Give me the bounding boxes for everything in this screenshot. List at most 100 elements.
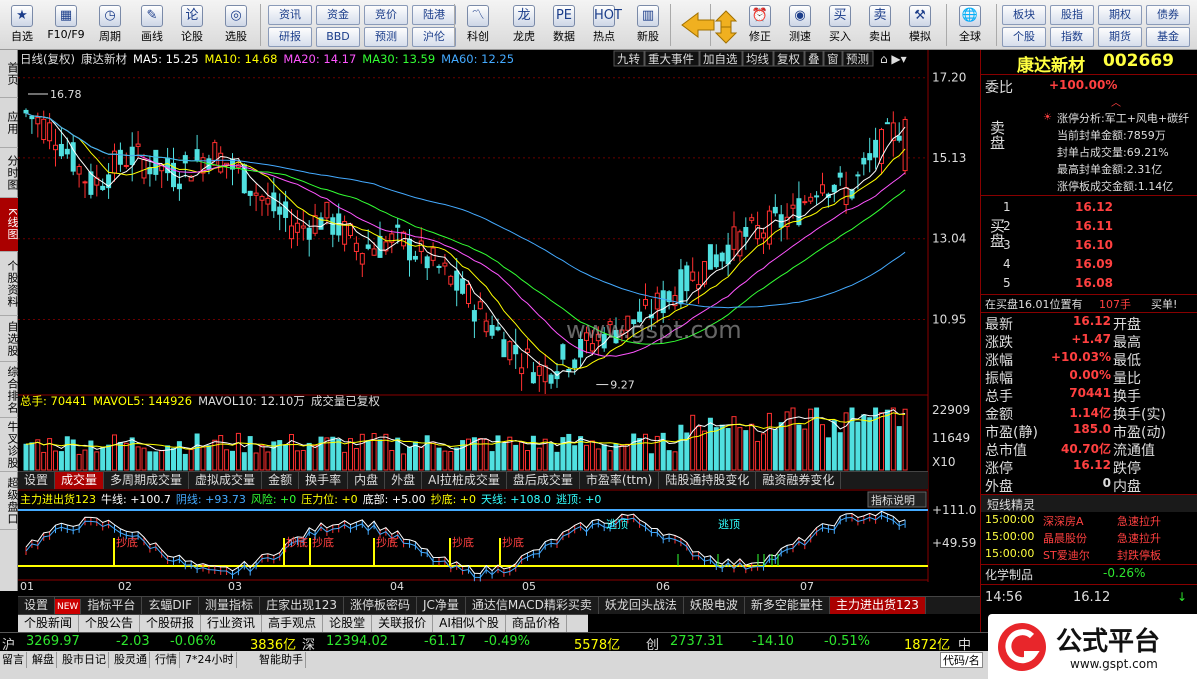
volume-tab-11[interactable]: 陆股通持股变化 bbox=[659, 472, 757, 489]
market-btn-5[interactable]: 指数 bbox=[1050, 27, 1094, 47]
volume-tab-10[interactable]: 市盈率(ttm) bbox=[580, 472, 660, 489]
volume-tab-8[interactable]: AI拉桩成交量 bbox=[422, 472, 507, 489]
toolbar-btn-16[interactable]: 🌐 全球 bbox=[950, 3, 990, 47]
bottom-btn-6[interactable]: 智能助手 bbox=[257, 652, 306, 668]
volume-bar bbox=[896, 426, 902, 471]
indicator-tab-4[interactable]: 测量指标 bbox=[199, 597, 261, 614]
market-btn-2[interactable]: 期权 bbox=[1098, 5, 1142, 25]
left-nav-item-8[interactable]: 超级盘口 bbox=[0, 472, 19, 530]
volume-tab-3[interactable]: 虚拟成交量 bbox=[189, 472, 263, 489]
market-btn-6[interactable]: 期货 bbox=[1098, 27, 1142, 47]
left-nav-item-0[interactable]: 首页 bbox=[0, 50, 19, 98]
toolbar-btn-6[interactable]: 〽科创 bbox=[458, 3, 498, 47]
bottom-btn-0[interactable]: 留言 bbox=[0, 652, 27, 668]
toolbar-btn-11[interactable]: ⏰ 修正 bbox=[740, 3, 780, 47]
toolbar-btn-12[interactable]: ◉ 测速 bbox=[780, 3, 820, 47]
indicator-tab-12[interactable]: 主力进出货123 bbox=[829, 597, 926, 614]
stat-value-3: 0.00% bbox=[1069, 368, 1111, 382]
market-btn-0[interactable]: 板块 bbox=[1002, 5, 1046, 25]
indicator-tab-2[interactable]: 指标平台 bbox=[81, 597, 143, 614]
volume-tab-2[interactable]: 多周期成交量 bbox=[104, 472, 190, 489]
volume-bar bbox=[147, 451, 153, 471]
toolbar-btn-9[interactable]: HOT 热点 bbox=[584, 3, 624, 47]
toolbar-btn-0[interactable]: ★ 自选 bbox=[2, 3, 42, 47]
indicator-tab-6[interactable]: 涨停板密码 bbox=[344, 597, 417, 614]
indicator-tab-0[interactable]: 设置 bbox=[18, 597, 56, 614]
indicator-tab-8[interactable]: 通达信MACD精彩买卖 bbox=[466, 597, 599, 614]
left-nav-item-5[interactable]: 自选股 bbox=[0, 316, 19, 362]
bottom-btn-5[interactable]: 7*24小时 bbox=[183, 652, 237, 668]
toolbar-btn-10[interactable]: ▥ 新股 bbox=[628, 3, 668, 47]
quick-btn-4[interactable]: 研报 bbox=[268, 27, 312, 47]
volume-bar bbox=[58, 451, 64, 471]
quick-btn-2[interactable]: 竞价 bbox=[364, 5, 408, 25]
divider bbox=[981, 564, 1197, 565]
indicator-tab-5[interactable]: 庄家出现123 bbox=[260, 597, 344, 614]
bottom-btn-3[interactable]: 股灵通 bbox=[112, 652, 150, 668]
quick-btn-6[interactable]: 预测 bbox=[364, 27, 408, 47]
chaodi-label: 抄底 bbox=[312, 535, 334, 549]
buy-level-2: 3 bbox=[1003, 238, 1011, 252]
toolbar-btn-2[interactable]: ◷ 周期 bbox=[90, 3, 130, 47]
indicator-tab-10[interactable]: 妖股电波 bbox=[684, 597, 745, 614]
indicator-tab-3[interactable]: 玄蝠DIF bbox=[142, 597, 200, 614]
news-tab-3[interactable]: 行业资讯 bbox=[201, 615, 263, 632]
volume-tab-6[interactable]: 内盘 bbox=[348, 472, 386, 489]
volume-bar bbox=[200, 446, 206, 471]
left-nav-item-3[interactable]: K线图 bbox=[0, 198, 19, 252]
toolbar-btn-14[interactable]: 卖卖出 bbox=[860, 3, 900, 47]
volume-bar bbox=[135, 446, 141, 471]
volume-bar bbox=[430, 441, 436, 471]
volume-tab-12[interactable]: 融资融券变化 bbox=[756, 472, 842, 489]
news-tab-0[interactable]: 个股新闻 bbox=[18, 615, 80, 632]
indicator-tab-7[interactable]: JC净量 bbox=[417, 597, 466, 614]
volume-tab-7[interactable]: 外盘 bbox=[385, 472, 423, 489]
quick-btn-0[interactable]: 资讯 bbox=[268, 5, 312, 25]
toolbar-btn-1[interactable]: ▦ F10/F9 bbox=[46, 3, 86, 47]
news-tab-7[interactable]: AI相似个股 bbox=[433, 615, 506, 632]
left-nav-item-2[interactable]: 分时图 bbox=[0, 148, 19, 198]
volume-bar bbox=[94, 451, 100, 471]
toolbar-btn-7[interactable]: 龙龙虎 bbox=[504, 3, 544, 47]
volume-tab-4[interactable]: 金额 bbox=[262, 472, 300, 489]
news-tab-6[interactable]: 关联报价 bbox=[372, 615, 434, 632]
market-btn-1[interactable]: 股指 bbox=[1050, 5, 1094, 25]
toolbar-btn-15[interactable]: ⚒ 模拟 bbox=[900, 3, 940, 47]
news-tab-8[interactable]: 商品价格 bbox=[506, 615, 567, 632]
bottom-btn-4[interactable]: 行情 bbox=[153, 652, 180, 668]
volume-tab-5[interactable]: 换手率 bbox=[299, 472, 349, 489]
left-nav-item-7[interactable]: 牛叉诊股 bbox=[0, 418, 19, 472]
news-tab-4[interactable]: 高手观点 bbox=[262, 615, 324, 632]
quick-btn-1[interactable]: 资金 bbox=[316, 5, 360, 25]
news-tab-1[interactable]: 个股公告 bbox=[79, 615, 141, 632]
toolbar-btn-4[interactable]: 论论股 bbox=[172, 3, 212, 47]
toolbar-btn-13[interactable]: 买买入 bbox=[820, 3, 860, 47]
indicator-tab-9[interactable]: 妖龙回头战法 bbox=[599, 597, 684, 614]
volume-tab-9[interactable]: 盘后成交量 bbox=[507, 472, 580, 489]
volume-tab-1[interactable]: 成交量 bbox=[55, 472, 105, 489]
quick-btn-5[interactable]: BBD bbox=[316, 27, 360, 47]
bottom-btn-1[interactable]: 解盘 bbox=[30, 652, 57, 668]
volume-tab-0[interactable]: 设置 bbox=[18, 472, 56, 489]
market-btn-4[interactable]: 个股 bbox=[1002, 27, 1046, 47]
market-btn-7[interactable]: 基金 bbox=[1146, 27, 1190, 47]
bottom-btn-2[interactable]: 股市日记 bbox=[60, 652, 109, 668]
market-btn-3[interactable]: 债券 bbox=[1146, 5, 1190, 25]
left-nav-item-1[interactable]: 应用 bbox=[0, 98, 19, 148]
left-nav-item-6[interactable]: 综合排名 bbox=[0, 362, 19, 418]
news-tab-5[interactable]: 论股堂 bbox=[323, 615, 373, 632]
quick-btn-3[interactable]: 陆港 bbox=[412, 5, 456, 25]
quick-btn-7[interactable]: 沪伦 bbox=[412, 27, 456, 47]
kline-chart[interactable]: 17.20 15.13 13.04 10.95 日线(复权) 康达新材 MA5: 15.25… bbox=[18, 50, 980, 592]
nav-arrows[interactable] bbox=[676, 3, 742, 47]
code-search-input[interactable]: 代码/名 bbox=[940, 652, 983, 668]
buy-price-3: 16.09 bbox=[1075, 257, 1113, 271]
toolbar-btn-3[interactable]: ✎ 画线 bbox=[132, 3, 172, 47]
chart-menu-icon[interactable]: ⌂ ▶▾ bbox=[880, 52, 907, 66]
news-tab-2[interactable]: 个股研报 bbox=[140, 615, 202, 632]
left-nav-item-4[interactable]: 个股资料 bbox=[0, 252, 19, 316]
toolbar-btn-8[interactable]: PE 数据 bbox=[544, 3, 584, 47]
indicator-tab-11[interactable]: 新多空能量柱 bbox=[745, 597, 830, 614]
toolbar-btn-5[interactable]: ◎ 选股 bbox=[216, 3, 256, 47]
volume-bar bbox=[737, 427, 743, 471]
